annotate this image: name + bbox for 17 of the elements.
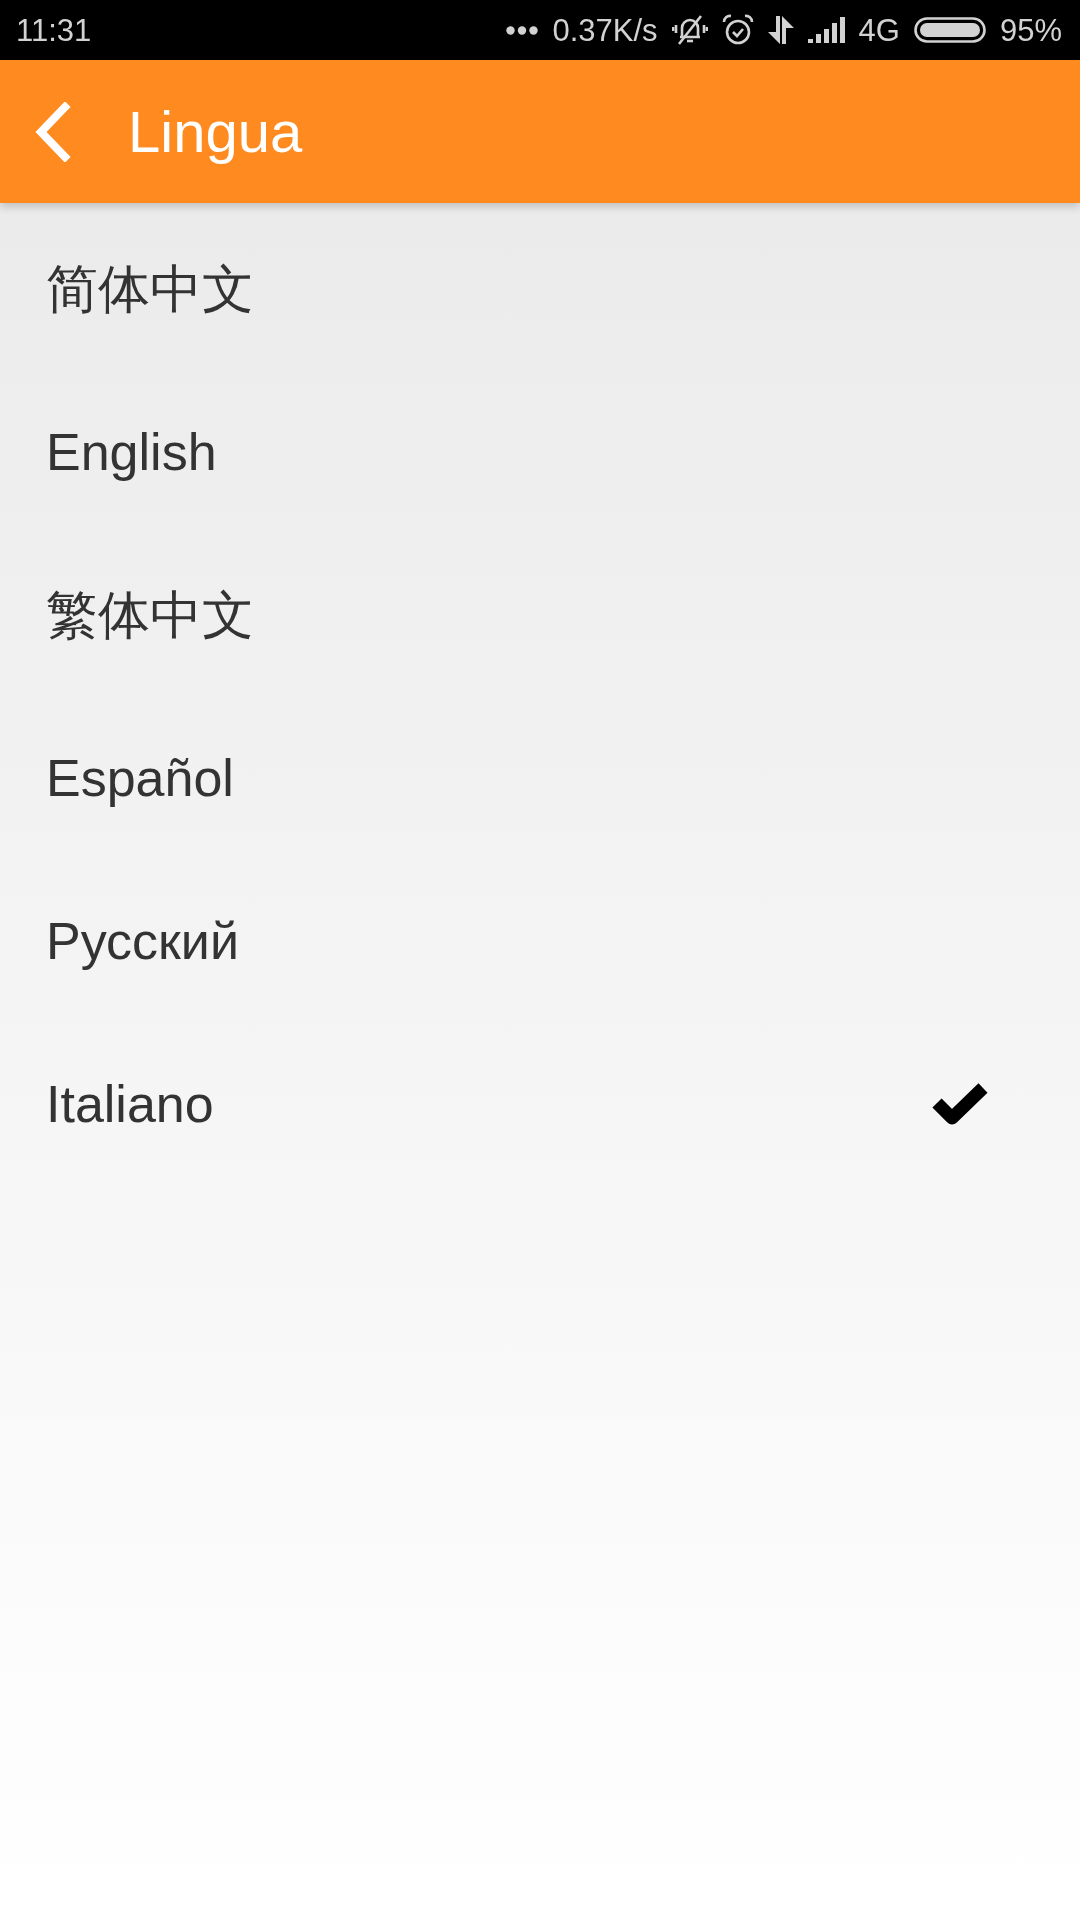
language-option[interactable]: Русский [0, 859, 1080, 1022]
alarm-clock-icon [721, 14, 754, 46]
language-option[interactable]: Italiano [0, 1022, 1080, 1185]
language-option[interactable]: 繁体中文 [0, 533, 1080, 696]
language-option[interactable]: Español [0, 696, 1080, 859]
muted-bell-icon [671, 14, 708, 46]
data-arrows-icon [767, 16, 794, 44]
language-option[interactable]: 简体中文 [0, 207, 1080, 370]
battery-percent: 95% [999, 14, 1062, 46]
language-option[interactable]: English [0, 370, 1080, 533]
network-type: 4G [858, 14, 900, 46]
battery-icon [913, 17, 986, 43]
network-speed: 0.37K/s [552, 14, 658, 46]
dots-icon [506, 25, 539, 35]
chevron-left-icon [33, 101, 71, 162]
signal-bars-icon [807, 17, 845, 43]
clock-time: 11:31 [16, 14, 92, 46]
